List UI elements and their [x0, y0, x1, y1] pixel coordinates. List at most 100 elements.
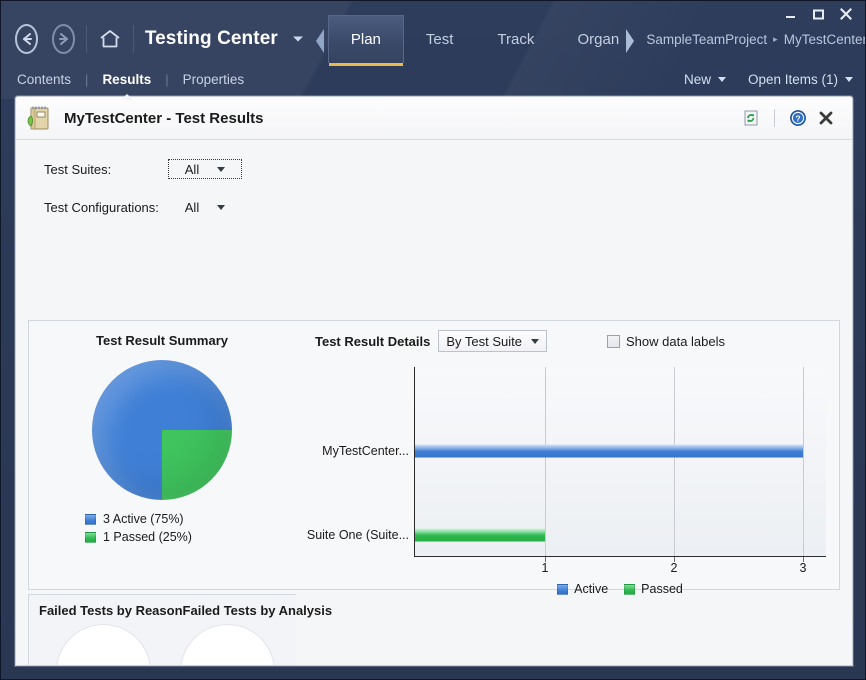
bar-legend-label-passed: Passed — [641, 582, 683, 596]
details-toolbar: Test Result Details By Test Suite Show d… — [307, 321, 841, 352]
failed-by-analysis-chart: 0 None (0%) — [179, 624, 275, 665]
panel-header-actions: ? — [737, 104, 840, 132]
refresh-button[interactable] — [737, 104, 765, 132]
tab-organize-label: Organ — [577, 30, 620, 48]
failed-by-reason-title: Failed Tests by Reason — [39, 603, 183, 618]
chevron-down-icon — [292, 36, 303, 42]
gridline-2 — [674, 367, 675, 556]
open-items-menu-button[interactable]: Open Items (1) — [748, 72, 853, 87]
help-icon: ? — [790, 110, 806, 126]
failed-tests-charts: 0 None (0%) 0 None (0%) — [29, 618, 296, 665]
summary-pie-graphic[interactable] — [92, 360, 232, 500]
hub-dropdown-button[interactable] — [292, 35, 304, 43]
legend-item-active: 3 Active (75%) — [85, 512, 295, 526]
minimize-icon — [785, 15, 795, 18]
legend-label-active: 3 Active (75%) — [103, 512, 184, 526]
tab-organize[interactable]: Organ — [556, 15, 622, 63]
tabs-scroll-right-button[interactable] — [622, 19, 638, 63]
close-icon — [819, 111, 833, 125]
bar-legend-item-active: Active — [557, 582, 608, 596]
nav-divider-2 — [133, 25, 134, 53]
y-axis-label-1: Suite One (Suite... — [306, 528, 409, 542]
bar-legend-swatch-active — [557, 583, 569, 595]
test-configurations-dropdown[interactable]: All — [168, 197, 242, 217]
group-by-value: By Test Suite — [446, 333, 522, 349]
panel-header: MyTestCenter - Test Results ? — [16, 97, 852, 140]
details-chart-title: Test Result Details — [315, 333, 431, 349]
legend-swatch-active — [85, 513, 96, 525]
x-tick-label-2: 2 — [670, 561, 678, 575]
failed-by-analysis-pie-graphic[interactable] — [179, 624, 275, 665]
gridline-3 — [803, 367, 804, 556]
tab-plan-label: Plan — [350, 31, 381, 48]
maximize-icon — [812, 9, 824, 19]
forward-button[interactable] — [52, 24, 76, 54]
y-axis-label-0: MyTestCenter... — [322, 444, 409, 458]
sub-nav-item-contents[interactable]: Contents — [15, 72, 73, 87]
show-data-labels-label: Show data labels — [626, 333, 726, 349]
secondary-nav-actions: New Open Items (1) — [684, 72, 865, 87]
bar-legend-swatch-passed — [624, 583, 636, 595]
test-result-details-chart: Test Result Details By Test Suite Show d… — [307, 321, 841, 596]
forward-arrow-icon — [58, 33, 68, 45]
tab-test[interactable]: Test — [404, 15, 476, 63]
back-arrow-icon — [22, 33, 32, 45]
close-icon — [840, 8, 852, 20]
bar-passed-suite-one[interactable] — [415, 528, 545, 542]
breadcrumb-project[interactable]: SampleTeamProject — [646, 32, 767, 47]
breadcrumb-current[interactable]: MyTestCenter — [784, 32, 865, 47]
chevron-down-icon — [217, 166, 226, 172]
scroll-right-arrow-icon — [626, 29, 635, 53]
tabs-scroll-left-button[interactable] — [312, 19, 328, 63]
window-controls — [777, 5, 859, 23]
back-button[interactable] — [15, 24, 39, 54]
sub-nav-item-results[interactable]: Results — [100, 72, 153, 100]
bar-active-mytestcenter[interactable] — [415, 444, 803, 458]
test-suites-value: All — [184, 161, 200, 177]
panel-close-button[interactable] — [812, 104, 840, 132]
breadcrumb: SampleTeamProject ▸ MyTestCenter — [646, 32, 865, 47]
tab-track-label: Track — [497, 30, 535, 48]
window-close-button[interactable] — [833, 5, 859, 23]
panel-title: MyTestCenter - Test Results — [64, 109, 264, 127]
scroll-left-arrow-icon — [315, 29, 324, 53]
application-window: Testing Center Plan Test Track Organ Sam… — [0, 0, 866, 680]
chevron-down-icon — [531, 338, 539, 344]
test-results-panel: MyTestCenter - Test Results ? Test Suite… — [15, 96, 853, 666]
sub-nav-item-properties[interactable]: Properties — [181, 72, 247, 87]
checkbox-box-icon — [607, 334, 620, 348]
minimize-button[interactable] — [777, 5, 803, 23]
panel-header-divider — [774, 109, 775, 127]
failed-by-reason-chart: 0 None (0%) — [55, 624, 151, 665]
test-result-summary-chart: Test Result Summary 3 Active (75%) 1 Pas… — [29, 321, 295, 589]
maximize-button[interactable] — [805, 5, 831, 23]
new-menu-button[interactable]: New — [684, 72, 726, 87]
chevron-down-icon — [217, 204, 226, 210]
tab-track[interactable]: Track — [475, 15, 556, 63]
sub-nav-divider-1: | — [85, 71, 89, 87]
x-tick-label-3: 3 — [799, 561, 807, 575]
legend-swatch-passed — [85, 531, 96, 543]
home-button[interactable] — [98, 26, 122, 52]
sub-nav-divider-2: | — [165, 71, 169, 87]
hub-tab-strip: Plan Test Track Organ — [312, 15, 639, 66]
test-suites-dropdown[interactable]: All — [168, 159, 242, 179]
open-items-label: Open Items (1) — [747, 71, 838, 87]
summary-pie-wrap — [92, 360, 232, 500]
tab-plan[interactable]: Plan — [327, 15, 404, 66]
legend-label-passed: 1 Passed (25%) — [103, 530, 192, 544]
show-data-labels-checkbox[interactable]: Show data labels — [607, 334, 725, 349]
tab-test-label: Test — [425, 30, 454, 48]
nav-divider-1 — [86, 25, 88, 53]
primary-navigation-bar: Testing Center Plan Test Track Organ Sam… — [1, 15, 865, 66]
x-tick-label-1: 1 — [541, 561, 549, 575]
group-by-dropdown[interactable]: By Test Suite — [438, 330, 547, 352]
failed-by-reason-pie-graphic[interactable] — [55, 624, 151, 665]
help-button[interactable]: ? — [784, 104, 812, 132]
bar-chart-plot-canvas: 1 2 3 — [414, 367, 826, 575]
bar-chart-y-axis-labels: MyTestCenter... Suite One (Suite... — [307, 367, 413, 557]
refresh-icon — [744, 110, 758, 126]
bar-legend-label-active: Active — [574, 582, 609, 596]
filter-row-test-suites: Test Suites: All — [44, 154, 852, 184]
test-configurations-label: Test Configurations: — [44, 199, 159, 215]
